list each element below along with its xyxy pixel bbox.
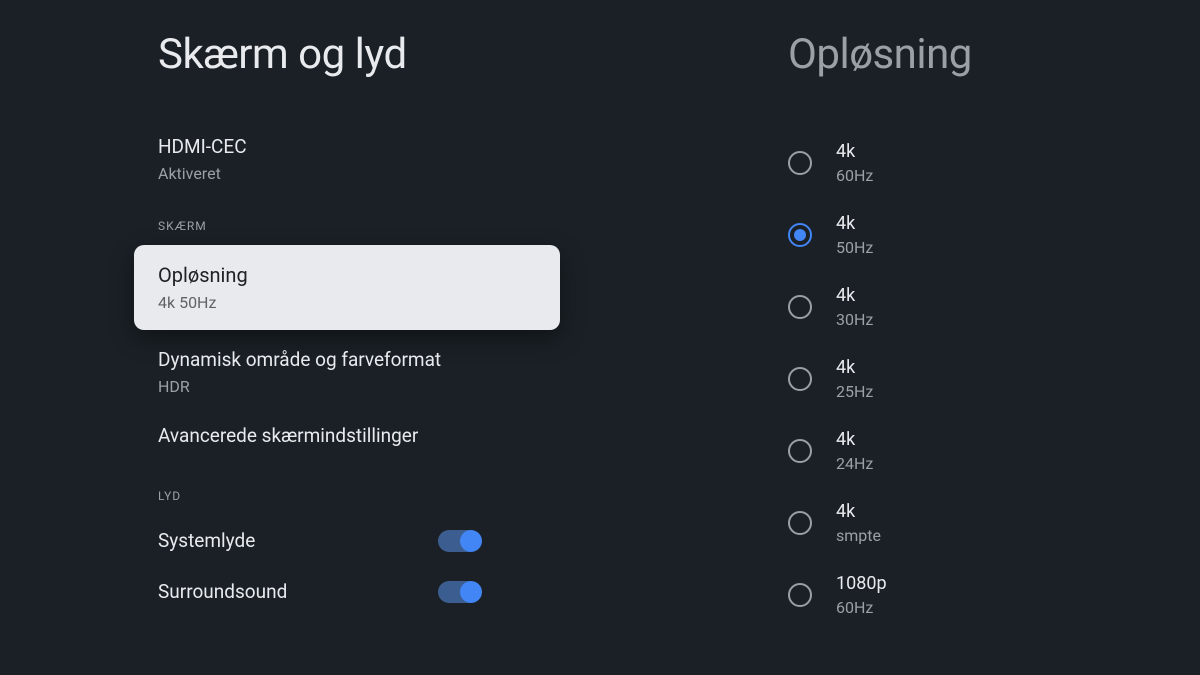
setting-title: Opløsning bbox=[158, 263, 536, 287]
radio-icon bbox=[788, 367, 812, 391]
radio-icon bbox=[788, 439, 812, 463]
left-settings-panel: Skærm og lyd HDMI-CEC Aktiveret SKÆRM Op… bbox=[0, 0, 680, 675]
option-text: 4k 25Hz bbox=[836, 357, 873, 401]
settings-list: HDMI-CEC Aktiveret SKÆRM Opløsning 4k 50… bbox=[0, 121, 680, 617]
option-title: 4k bbox=[836, 501, 881, 522]
option-text: 4k 50Hz bbox=[836, 213, 873, 257]
resolution-options-list: 4k 60Hz 4k 50Hz 4k 30Hz 4k 25Hz bbox=[680, 127, 1200, 631]
option-4k-24hz[interactable]: 4k 24Hz bbox=[788, 415, 1200, 487]
radio-icon bbox=[788, 295, 812, 319]
setting-system-sounds[interactable]: Systemlyde bbox=[158, 515, 680, 566]
setting-title: Dynamisk område og farveformat bbox=[158, 348, 680, 371]
option-title: 4k bbox=[836, 213, 873, 234]
option-text: 4k 30Hz bbox=[836, 285, 873, 329]
section-header-sound: LYD bbox=[158, 489, 680, 503]
option-text: 4k 24Hz bbox=[836, 429, 873, 473]
option-subtitle: 25Hz bbox=[836, 382, 873, 401]
option-subtitle: 24Hz bbox=[836, 454, 873, 473]
option-subtitle: 50Hz bbox=[836, 238, 873, 257]
option-4k-30hz[interactable]: 4k 30Hz bbox=[788, 271, 1200, 343]
section-header-screen: SKÆRM bbox=[158, 219, 680, 233]
setting-title: HDMI-CEC bbox=[158, 135, 680, 158]
radio-icon bbox=[788, 511, 812, 535]
toggle-surround-sound[interactable] bbox=[438, 581, 480, 603]
setting-dynamic-range[interactable]: Dynamisk område og farveformat HDR bbox=[158, 334, 680, 410]
page-title: Skærm og lyd bbox=[158, 30, 680, 79]
radio-icon bbox=[788, 583, 812, 607]
option-text: 4k 60Hz bbox=[836, 141, 873, 185]
option-4k-25hz[interactable]: 4k 25Hz bbox=[788, 343, 1200, 415]
option-text: 4k smpte bbox=[836, 501, 881, 545]
option-title: 4k bbox=[836, 141, 873, 162]
option-title: 1080p bbox=[836, 573, 887, 594]
setting-title: Systemlyde bbox=[158, 529, 255, 552]
setting-advanced-display[interactable]: Avancerede skærmindstillinger bbox=[158, 410, 680, 467]
radio-icon-selected bbox=[788, 223, 812, 247]
option-subtitle: 30Hz bbox=[836, 310, 873, 329]
option-subtitle: smpte bbox=[836, 526, 881, 545]
option-title: 4k bbox=[836, 357, 873, 378]
option-4k-smpte[interactable]: 4k smpte bbox=[788, 487, 1200, 559]
setting-subtitle: 4k 50Hz bbox=[158, 293, 536, 312]
setting-subtitle: HDR bbox=[158, 377, 680, 396]
setting-surround-sound[interactable]: Surroundsound bbox=[158, 566, 680, 617]
option-title: 4k bbox=[836, 429, 873, 450]
setting-resolution[interactable]: Opløsning 4k 50Hz bbox=[134, 245, 560, 330]
radio-icon bbox=[788, 151, 812, 175]
option-text: 1080p 60Hz bbox=[836, 573, 887, 617]
toggle-system-sounds[interactable] bbox=[438, 530, 480, 552]
right-options-panel: Opløsning 4k 60Hz 4k 50Hz 4k 30Hz bbox=[680, 0, 1200, 675]
setting-title: Surroundsound bbox=[158, 580, 287, 603]
option-subtitle: 60Hz bbox=[836, 598, 887, 617]
option-4k-60hz[interactable]: 4k 60Hz bbox=[788, 127, 1200, 199]
right-panel-title: Opløsning bbox=[788, 30, 1200, 79]
option-1080p-60hz[interactable]: 1080p 60Hz bbox=[788, 559, 1200, 631]
setting-hdmi-cec[interactable]: HDMI-CEC Aktiveret bbox=[158, 121, 680, 197]
option-4k-50hz[interactable]: 4k 50Hz bbox=[788, 199, 1200, 271]
setting-subtitle: Aktiveret bbox=[158, 164, 680, 183]
option-subtitle: 60Hz bbox=[836, 166, 873, 185]
setting-title: Avancerede skærmindstillinger bbox=[158, 424, 680, 447]
option-title: 4k bbox=[836, 285, 873, 306]
